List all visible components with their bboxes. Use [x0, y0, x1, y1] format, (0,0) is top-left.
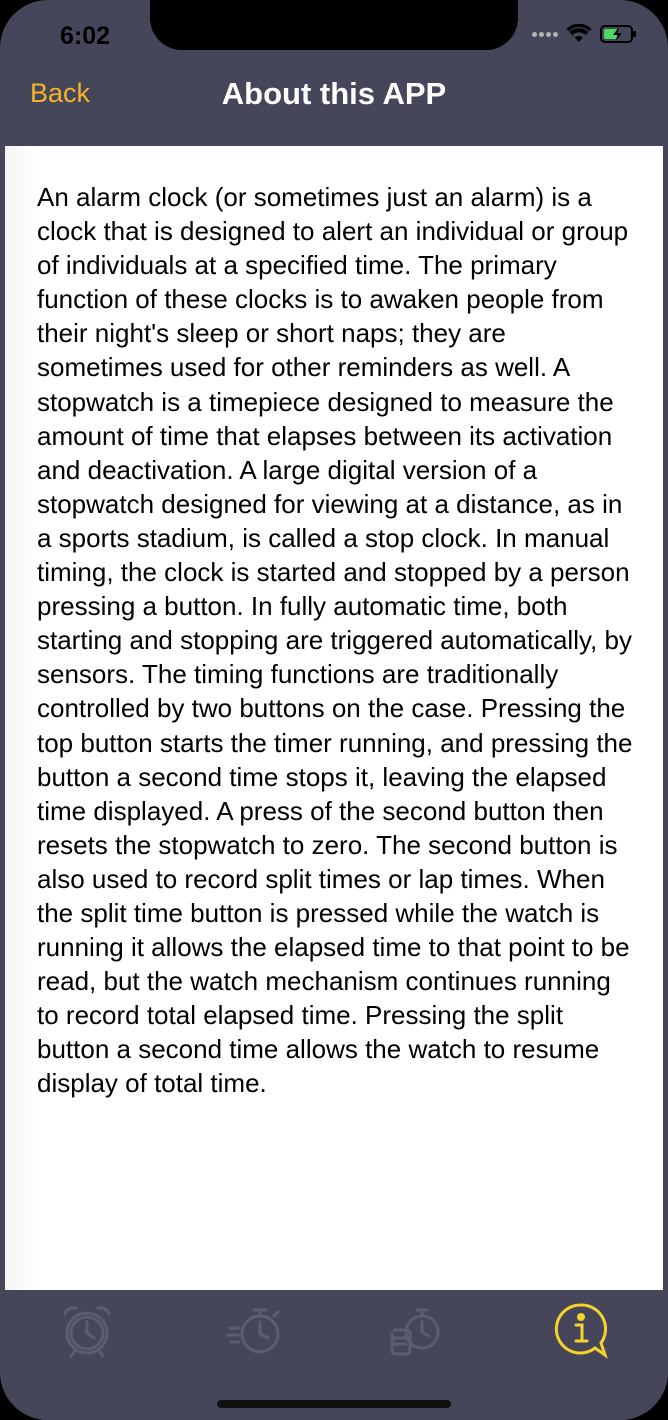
navigation-bar: Back About this APP: [0, 60, 668, 146]
alarm-clock-icon: [63, 1306, 111, 1358]
info-icon: [554, 1303, 608, 1359]
tab-info[interactable]: [548, 1298, 612, 1362]
tab-stopwatch[interactable]: [224, 1298, 288, 1362]
home-indicator[interactable]: [217, 1400, 451, 1408]
battery-charging-icon: [600, 25, 636, 43]
page-title: About this APP: [221, 76, 447, 111]
hand-stopwatch-icon: [390, 1308, 440, 1356]
about-text: An alarm clock (or sometimes just an ala…: [37, 182, 633, 1099]
wifi-icon: [566, 24, 592, 43]
stopwatch-icon: [226, 1308, 280, 1354]
about-text-view[interactable]: An alarm clock (or sometimes just an ala…: [5, 146, 663, 1290]
status-icons: [532, 24, 638, 44]
tab-hand-timer[interactable]: [384, 1298, 448, 1362]
status-time: 6:02: [60, 22, 111, 50]
phone-screen: 6:02 Back About this APP An alarm clock …: [0, 0, 668, 1420]
tab-alarm[interactable]: [55, 1298, 119, 1362]
signal-dots-icon: [532, 30, 558, 38]
device-notch: [150, 0, 518, 50]
